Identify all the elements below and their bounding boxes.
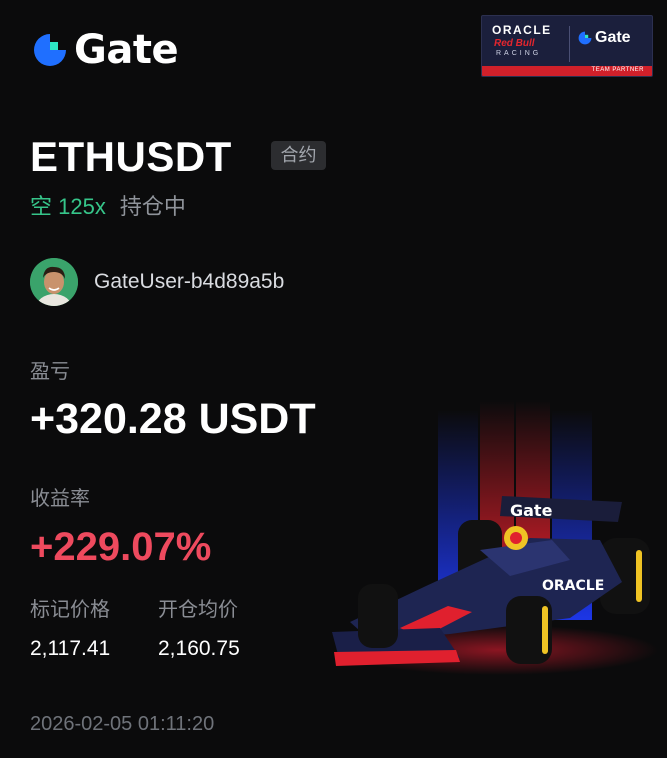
pnl-label: 盈亏 xyxy=(30,361,70,383)
user-row: GateUser-b4d89a5b xyxy=(30,258,284,306)
partner-strip: TEAM PARTNER xyxy=(482,66,652,76)
gate-logo: Gate xyxy=(30,27,179,73)
position-info: 空 125x 持仓中 xyxy=(30,193,186,221)
partner-racing: RACING xyxy=(496,50,542,57)
mark-price-label: 标记价格 xyxy=(30,599,110,621)
pnl-value: +320.28 USDT xyxy=(30,395,316,443)
svg-text:ORACLE: ORACLE xyxy=(542,578,604,594)
contract-tag: 合约 xyxy=(271,141,326,170)
position-side: 空 125x xyxy=(30,194,106,219)
return-rate-value: +229.07% xyxy=(30,525,212,569)
trading-pair: ETHUSDT xyxy=(30,133,232,180)
timestamp: 2026-02-05 01:11:20 xyxy=(30,713,215,735)
partner-gate-logo: Gate xyxy=(577,29,631,47)
partner-footer: TEAM PARTNER xyxy=(591,67,644,73)
username: GateUser-b4d89a5b xyxy=(94,270,285,293)
brand-name: Gate xyxy=(74,27,179,73)
gate-logo-icon xyxy=(34,34,66,66)
avatar-icon xyxy=(30,258,78,306)
partner-oracle: ORACLE xyxy=(492,23,552,37)
partner-divider xyxy=(569,26,570,62)
partner-badge: ORACLE Red Bull RACING Gate TEAM PARTNER xyxy=(481,15,653,77)
svg-text:Gate: Gate xyxy=(510,501,553,520)
race-car-illustration: Gate ORACLE xyxy=(332,400,658,675)
return-rate-label: 收益率 xyxy=(30,488,90,510)
position-status: 持仓中 xyxy=(119,194,186,219)
mark-price-value: 2,117.41 xyxy=(30,637,111,660)
partner-gate-name: Gate xyxy=(595,29,631,46)
gate-logo-icon xyxy=(578,31,592,45)
entry-price-value: 2,160.75 xyxy=(158,637,240,660)
partner-redbull: Red Bull xyxy=(494,38,535,49)
entry-price-label: 开仓均价 xyxy=(158,599,238,621)
